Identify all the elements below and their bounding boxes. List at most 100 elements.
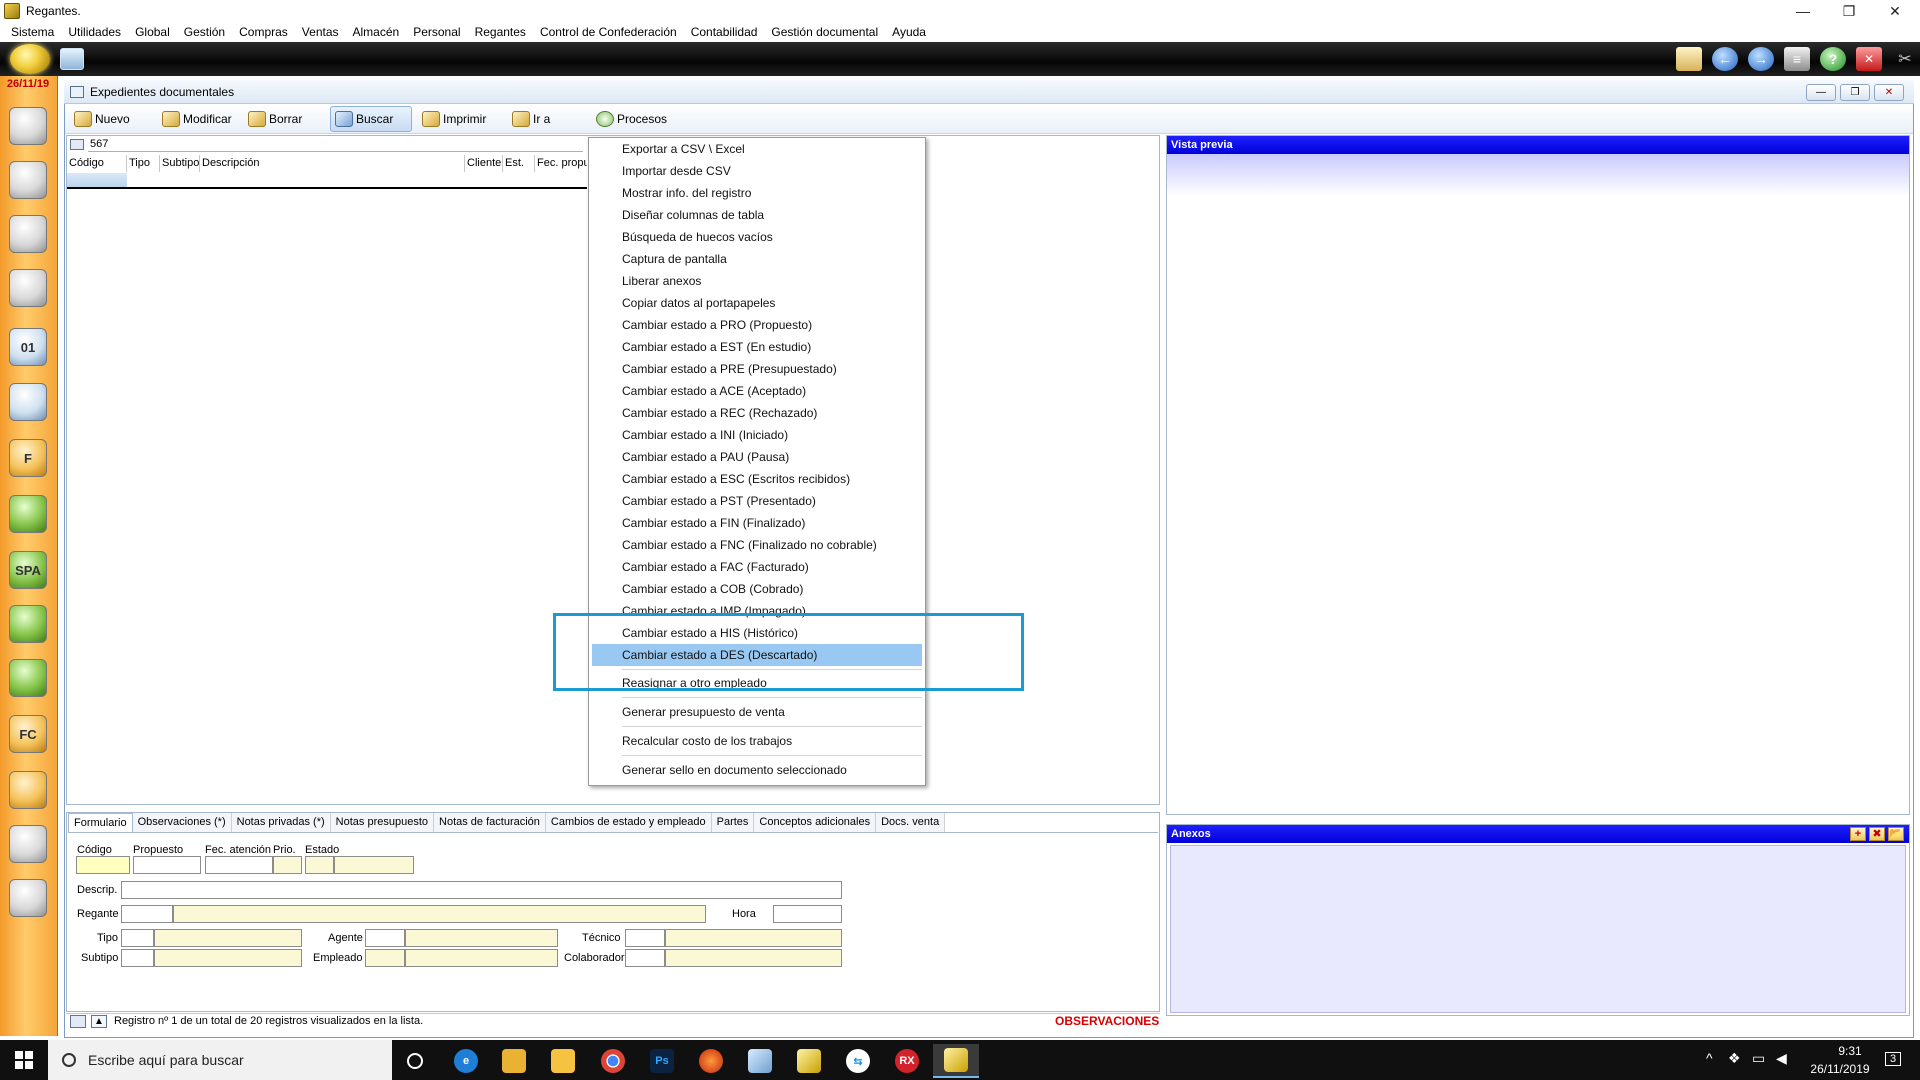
menu-item-estado-ace[interactable]: Cambiar estado a ACE (Aceptado): [592, 380, 922, 402]
menu-compras[interactable]: Compras: [232, 25, 295, 39]
mail-icon[interactable]: [1676, 47, 1702, 71]
estado-code-field[interactable]: [305, 856, 334, 874]
empleado-code-field[interactable]: [365, 949, 405, 967]
descrip-field[interactable]: [121, 881, 842, 899]
tab-formulario[interactable]: Formulario: [68, 813, 133, 833]
taskbar-teamviewer[interactable]: ⇆: [835, 1044, 881, 1078]
list-document-icon[interactable]: [6, 822, 50, 866]
tab-partes[interactable]: Partes: [711, 813, 755, 833]
user-icon[interactable]: [6, 266, 50, 310]
fec-atencion-field[interactable]: [205, 856, 273, 874]
tecnico-code-field[interactable]: [625, 929, 665, 947]
tools-icon[interactable]: ✂: [1892, 47, 1918, 71]
taskbar-search-box[interactable]: Escribe aquí para buscar: [48, 1040, 392, 1080]
menu-item-estado-fnc[interactable]: Cambiar estado a FNC (Finalizado no cobr…: [592, 534, 922, 556]
open-anexo-icon[interactable]: 📂: [1888, 827, 1904, 841]
minimize-button[interactable]: —: [1780, 0, 1826, 22]
menu-contabilidad[interactable]: Contabilidad: [684, 25, 765, 39]
procesos-button[interactable]: Procesos: [592, 106, 673, 132]
menu-sistema[interactable]: Sistema: [4, 25, 61, 39]
menu-item-disenar-columnas[interactable]: Diseñar columnas de tabla: [592, 204, 922, 226]
taskbar-chrome[interactable]: [590, 1044, 636, 1078]
menu-item-estado-cob[interactable]: Cambiar estado a COB (Cobrado): [592, 578, 922, 600]
prio-field[interactable]: [273, 856, 302, 874]
menu-item-estado-pro[interactable]: Cambiar estado a PRO (Propuesto): [592, 314, 922, 336]
menu-item-liberar-anexos[interactable]: Liberar anexos: [592, 270, 922, 292]
taskbar-explorer[interactable]: [540, 1044, 586, 1078]
menu-item-generar-sello[interactable]: Generar sello en documento seleccionado: [592, 759, 922, 781]
codigo-field[interactable]: [76, 856, 130, 874]
taskbar-app-flame[interactable]: [688, 1044, 734, 1078]
tipo-code-field[interactable]: [121, 929, 154, 947]
database-01-icon[interactable]: 01: [6, 325, 50, 369]
bag-orange-icon[interactable]: [6, 768, 50, 812]
col-codigo[interactable]: Código: [67, 155, 127, 172]
user-a-icon[interactable]: [6, 158, 50, 202]
volume-icon[interactable]: ◀: [1776, 1050, 1787, 1067]
bag-green-icon[interactable]: [6, 602, 50, 646]
spa-icon[interactable]: SPA: [6, 548, 50, 592]
task-view-button[interactable]: [392, 1044, 438, 1078]
taskbar-mail[interactable]: [491, 1044, 537, 1078]
col-subtipo[interactable]: Subtipo: [160, 155, 200, 172]
menu-item-generar-presupuesto[interactable]: Generar presupuesto de venta: [592, 701, 922, 723]
clock-date[interactable]: 26/11/2019: [1800, 1062, 1880, 1076]
database-edit-icon[interactable]: [6, 380, 50, 424]
help-icon[interactable]: ?: [1820, 47, 1846, 71]
col-cliente[interactable]: Cliente: [465, 155, 503, 172]
colaborador-code-field[interactable]: [625, 949, 665, 967]
menu-control-confederacion[interactable]: Control de Confederación: [533, 25, 684, 39]
col-estado[interactable]: Est.: [503, 155, 535, 172]
col-tipo[interactable]: Tipo: [127, 155, 160, 172]
menu-item-estado-pre[interactable]: Cambiar estado a PRE (Presupuestado): [592, 358, 922, 380]
tab-notas-facturacion[interactable]: Notas de facturación: [434, 813, 546, 833]
collapse-up-icon[interactable]: ▲: [91, 1015, 107, 1028]
folder-f-icon[interactable]: F: [6, 436, 50, 480]
menu-global[interactable]: Global: [128, 25, 177, 39]
list-document-icon[interactable]: [6, 876, 50, 920]
agente-code-field[interactable]: [365, 929, 405, 947]
menu-item-estado-fac[interactable]: Cambiar estado a FAC (Facturado): [592, 556, 922, 578]
borrar-button[interactable]: Borrar: [244, 106, 308, 132]
users-icon[interactable]: [6, 104, 50, 148]
menu-item-recalcular-costo[interactable]: Recalcular costo de los trabajos: [592, 730, 922, 752]
menu-item-mostrar-info[interactable]: Mostrar info. del registro: [592, 182, 922, 204]
child-restore-button[interactable]: ❐: [1840, 84, 1870, 101]
remove-anexo-icon[interactable]: ✖: [1869, 827, 1885, 841]
menu-item-copiar-datos[interactable]: Copiar datos al portapapeles: [592, 292, 922, 314]
list-view-icon[interactable]: [70, 1015, 86, 1028]
clock-time[interactable]: 9:31: [1820, 1044, 1880, 1058]
anexos-list[interactable]: [1170, 845, 1906, 1013]
tab-notas-presupuesto[interactable]: Notas presupuesto: [330, 813, 435, 833]
menu-gestion[interactable]: Gestión: [177, 25, 232, 39]
notifications-icon[interactable]: 3: [1885, 1052, 1902, 1066]
forward-arrow-icon[interactable]: →: [1748, 47, 1774, 71]
menu-item-busqueda-huecos[interactable]: Búsqueda de huecos vacíos: [592, 226, 922, 248]
tab-docs-venta[interactable]: Docs. venta: [876, 813, 946, 833]
menu-regantes[interactable]: Regantes: [468, 25, 533, 39]
tab-cambios-estado[interactable]: Cambios de estado y empleado: [545, 813, 712, 833]
dropbox-icon[interactable]: ❖: [1728, 1050, 1741, 1067]
close-app-icon[interactable]: ✕: [1856, 47, 1882, 71]
menu-item-captura-pantalla[interactable]: Captura de pantalla: [592, 248, 922, 270]
child-minimize-button[interactable]: —: [1806, 84, 1836, 101]
menu-item-estado-esc[interactable]: Cambiar estado a ESC (Escritos recibidos…: [592, 468, 922, 490]
propuesto-field[interactable]: [133, 856, 201, 874]
window-list-icon[interactable]: ≡: [1784, 47, 1810, 71]
menu-item-estado-fin[interactable]: Cambiar estado a FIN (Finalizado): [592, 512, 922, 534]
menu-utilidades[interactable]: Utilidades: [61, 25, 128, 39]
search-input[interactable]: [88, 136, 583, 152]
col-fec-propuesta[interactable]: Fec. propu: [535, 155, 587, 172]
user-icon[interactable]: [6, 212, 50, 256]
add-anexo-icon[interactable]: +: [1850, 827, 1866, 841]
bag-green-icon[interactable]: [6, 656, 50, 700]
menu-ayuda[interactable]: Ayuda: [885, 25, 933, 39]
imprimir-button[interactable]: Imprimir: [418, 106, 492, 132]
menu-item-estado-rec[interactable]: Cambiar estado a REC (Rechazado): [592, 402, 922, 424]
menu-item-exportar-csv[interactable]: Exportar a CSV \ Excel: [592, 138, 922, 160]
observaciones-indicator[interactable]: OBSERVACIONES: [1055, 1014, 1159, 1028]
menu-item-estado-ini[interactable]: Cambiar estado a INI (Iniciado): [592, 424, 922, 446]
hora-field[interactable]: [773, 905, 842, 923]
taskbar-photoshop[interactable]: Ps: [639, 1044, 685, 1078]
regante-code-field[interactable]: [121, 905, 173, 923]
